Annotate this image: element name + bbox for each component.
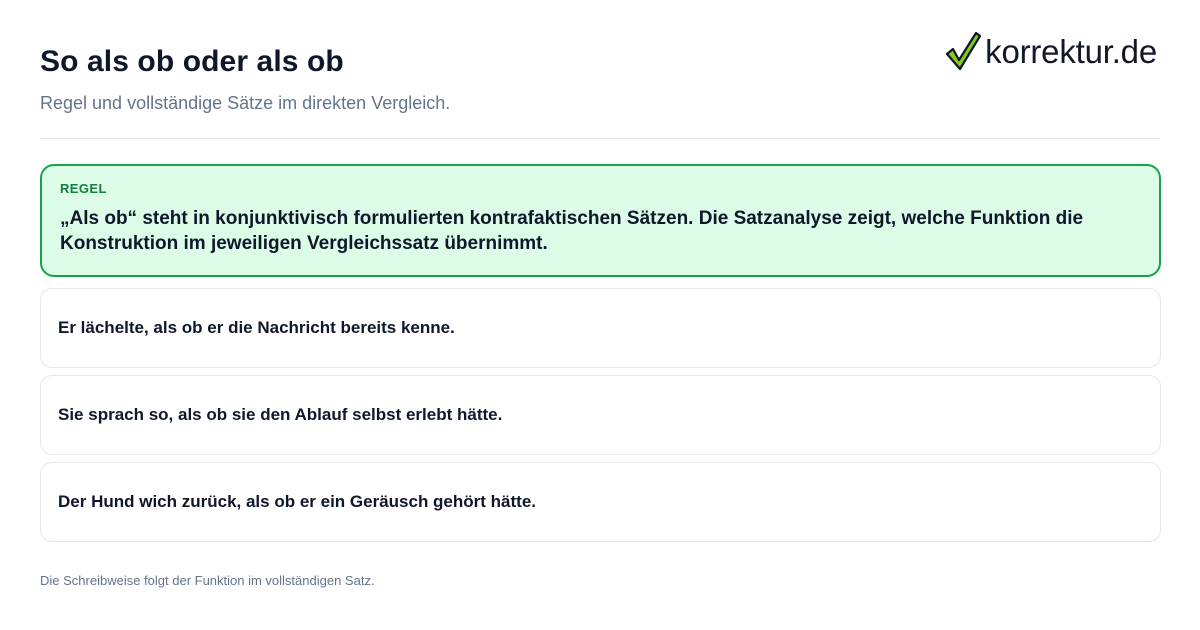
example-card: Er lächelte, als ob er die Nachricht ber…	[40, 288, 1161, 368]
header: So als ob oder als ob Regel und vollstän…	[40, 0, 1160, 139]
rule-label: REGEL	[60, 181, 107, 196]
example-sentence: Sie sprach so, als ob sie den Ablauf sel…	[58, 405, 503, 424]
example-card: Sie sprach so, als ob sie den Ablauf sel…	[40, 375, 1161, 455]
rule-box: REGEL „Als ob“ steht in konjunktivisch f…	[40, 164, 1161, 277]
logo[interactable]: korrektur.de	[945, 30, 1157, 72]
logo-text: korrektur.de	[985, 32, 1157, 70]
page: So als ob oder als ob Regel und vollstän…	[0, 0, 1200, 630]
example-card: Der Hund wich zurück, als ob er ein Gerä…	[40, 462, 1161, 542]
example-sentence: Er lächelte, als ob er die Nachricht ber…	[58, 318, 455, 337]
rule-text: „Als ob“ steht in konjunktivisch formuli…	[60, 208, 1084, 254]
page-subtitle: Regel und vollständige Sätze im direkten…	[40, 93, 451, 113]
page-title: So als ob oder als ob	[40, 45, 344, 78]
footer-note: Die Schreibweise folgt der Funktion im v…	[40, 573, 375, 588]
example-sentence: Der Hund wich zurück, als ob er ein Gerä…	[58, 492, 536, 511]
checkmark-icon	[945, 30, 982, 72]
